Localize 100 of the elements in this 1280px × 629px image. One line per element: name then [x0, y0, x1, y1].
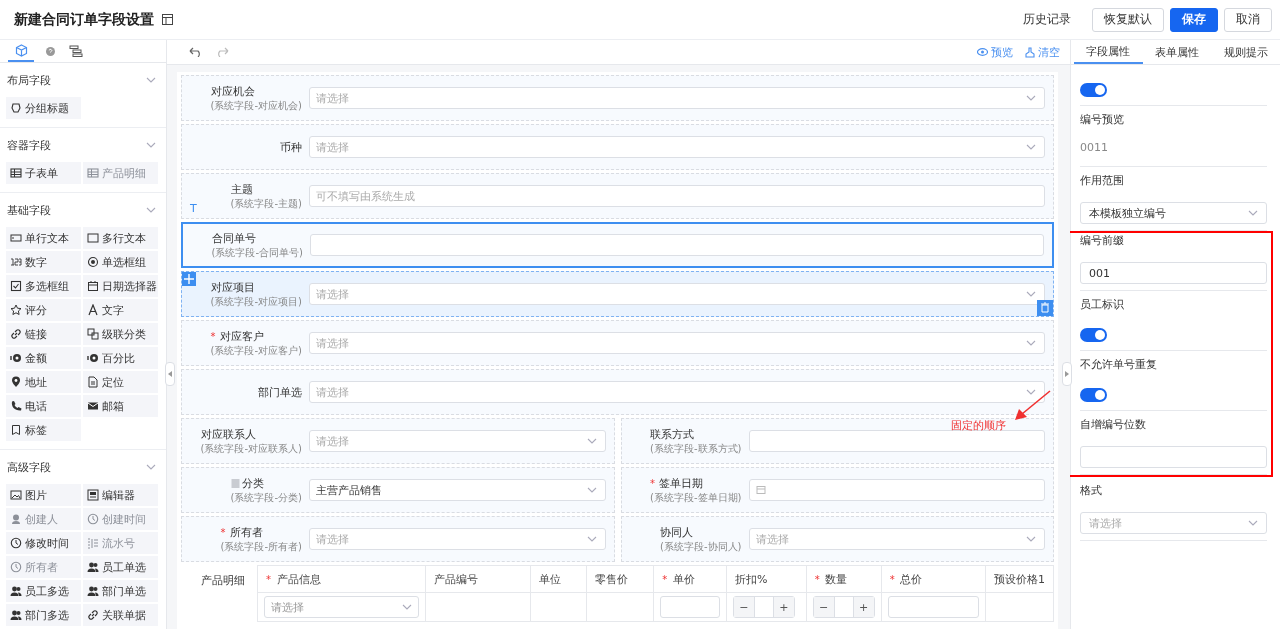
palette-item[interactable]: 电话 — [6, 395, 81, 417]
palette-item[interactable]: 员工多选 — [6, 580, 81, 602]
mail-icon — [87, 400, 99, 412]
palette-item[interactable]: 子表单 — [6, 162, 81, 184]
number-stepper[interactable]: − + — [812, 596, 875, 618]
select-field[interactable]: 主营产品销售 — [309, 479, 606, 501]
redo-icon[interactable] — [215, 47, 229, 57]
move-handle-icon[interactable] — [182, 272, 196, 286]
section-header[interactable]: 高级字段 — [0, 450, 166, 484]
clock-icon — [87, 513, 99, 525]
field-hint: (系统字段-对应联系人) — [200, 441, 302, 456]
palette-item[interactable]: 级联分类 — [83, 323, 158, 345]
select-field[interactable]: 本模板独立编号 — [1080, 202, 1267, 224]
palette-item[interactable]: 数字 — [6, 251, 81, 273]
field-card[interactable]: * 对应客户 (系统字段-对应客户) 请选择 — [181, 320, 1054, 366]
collapse-handle[interactable] — [1062, 362, 1072, 386]
palette-item[interactable]: 评分 — [6, 299, 81, 321]
palette-item[interactable]: 编辑器 — [83, 484, 158, 506]
chevron-icon — [1026, 536, 1036, 542]
undo-icon[interactable] — [189, 47, 203, 57]
property-label: 不允许单号重复 — [1080, 357, 1158, 372]
field-hint: (系统字段-协同人) — [660, 539, 742, 554]
phone-icon — [10, 400, 22, 412]
field-card[interactable]: 对应联系人 (系统字段-对应联系人) 请选择 — [181, 418, 615, 464]
field-card[interactable]: 对应项目 (系统字段-对应项目) 请选择 — [181, 271, 1054, 317]
section-header[interactable]: 容器字段 — [0, 128, 166, 162]
palette-item[interactable]: 修改时间 — [6, 532, 81, 554]
section-header[interactable]: 基础字段 — [0, 193, 166, 227]
layout-icon[interactable] — [162, 14, 173, 25]
palette-item[interactable]: 图片 — [6, 484, 81, 506]
palette-item[interactable]: 定位 — [83, 371, 158, 393]
chevron-icon — [146, 77, 156, 83]
people-icon — [10, 585, 22, 597]
palette-item[interactable]: 部门单选 — [83, 580, 158, 602]
palette-item[interactable]: 文字 — [83, 299, 158, 321]
palette-item[interactable]: 百分比 — [83, 347, 158, 369]
palette-item[interactable]: 单选框组 — [83, 251, 158, 273]
text-field[interactable] — [310, 234, 1044, 256]
palette-item[interactable]: 单行文本 — [6, 227, 81, 249]
field-label: 产品明细 — [200, 573, 246, 589]
collapse-handle[interactable] — [165, 362, 175, 386]
palette-item[interactable]: 金额 — [6, 347, 81, 369]
palette-item[interactable]: 员工单选 — [83, 556, 158, 578]
chevron-icon — [586, 536, 597, 542]
text-field[interactable] — [748, 430, 1045, 452]
number-stepper[interactable]: − + — [732, 596, 795, 618]
panel-tab[interactable]: 表单属性 — [1142, 40, 1212, 64]
plus-button[interactable]: + — [773, 597, 794, 617]
cube-icon — [14, 43, 28, 57]
plus-button[interactable]: + — [853, 597, 874, 617]
property-label: 格式 — [1080, 483, 1103, 498]
palette-item[interactable]: 关联单据 — [83, 604, 158, 626]
palette-item[interactable]: 地址 — [6, 371, 81, 393]
header-button[interactable]: 保存 — [1170, 7, 1218, 32]
toggle-switch[interactable] — [1080, 328, 1107, 342]
palette-item[interactable]: 分组标题 — [6, 97, 81, 119]
field-label: 对应机会 — [210, 83, 256, 99]
column-header: 产品编号 — [425, 565, 531, 593]
field-card[interactable]: 币种 请选择 — [181, 124, 1054, 170]
toggle-switch[interactable] — [1080, 388, 1107, 402]
panel-tab[interactable]: 字段属性 — [1074, 40, 1143, 64]
minus-button[interactable]: − — [733, 597, 754, 617]
field-card[interactable]: 分类 (系统字段-分类) 主营产品销售 — [181, 467, 615, 513]
input-field[interactable]: 001 — [1080, 262, 1267, 284]
header-button[interactable]: 取消 — [1224, 7, 1272, 32]
chevron-icon — [402, 604, 413, 610]
field-card[interactable]: * 签单日期 (系统字段-签单日期) — [620, 467, 1054, 513]
annotation-arrow — [1013, 390, 1051, 422]
field-hint: (系统字段-合同单号) — [211, 245, 303, 260]
field-card[interactable]: 主题 (系统字段-主题) 可不填写由系统生成 T — [181, 173, 1054, 219]
panel-tab[interactable]: 规则提示 — [1211, 40, 1280, 64]
header-button[interactable]: 恢复默认 — [1092, 7, 1164, 32]
chevron-icon — [1026, 389, 1036, 395]
palette-item[interactable]: 链接 — [6, 323, 81, 345]
date-field[interactable] — [748, 479, 1045, 501]
input-field[interactable] — [1080, 446, 1267, 468]
palette-item[interactable]: 邮箱 — [83, 395, 158, 417]
caret-icon — [1065, 371, 1069, 377]
coin-icon — [10, 352, 22, 364]
input-field[interactable] — [660, 596, 720, 618]
field-hint: (系统字段-对应客户) — [210, 343, 302, 358]
field-hint: (系统字段-对应项目) — [210, 294, 302, 309]
input-field[interactable] — [887, 596, 979, 618]
field-label: 币种 — [280, 139, 302, 155]
field-card[interactable]: 合同单号 (系统字段-合同单号) — [181, 222, 1054, 268]
toggle-switch[interactable] — [1080, 83, 1107, 97]
field-card[interactable]: * 所有者 (系统字段-所有者) 请选择 — [181, 516, 615, 562]
minus-button[interactable]: − — [813, 597, 834, 617]
palette-item[interactable]: 日期选择器 — [83, 275, 158, 297]
field-card[interactable]: 对应机会 (系统字段-对应机会) 请选择 — [181, 75, 1054, 121]
palette-item[interactable]: 多选框组 — [6, 275, 81, 297]
palette-item[interactable]: 多行文本 — [83, 227, 158, 249]
property-label: 自增编号位数 — [1080, 417, 1147, 432]
palette-item[interactable]: 标签 — [6, 419, 81, 441]
field-card[interactable]: 部门单选 请选择 — [181, 369, 1054, 415]
palette-item[interactable]: 部门多选 — [6, 604, 81, 626]
section-header[interactable]: 布局字段 — [0, 63, 166, 97]
history-link[interactable]: 历史记录 — [1012, 7, 1082, 32]
textarea-icon — [87, 232, 99, 244]
field-card[interactable]: 协同人 (系统字段-协同人) 请选择 — [620, 516, 1054, 562]
